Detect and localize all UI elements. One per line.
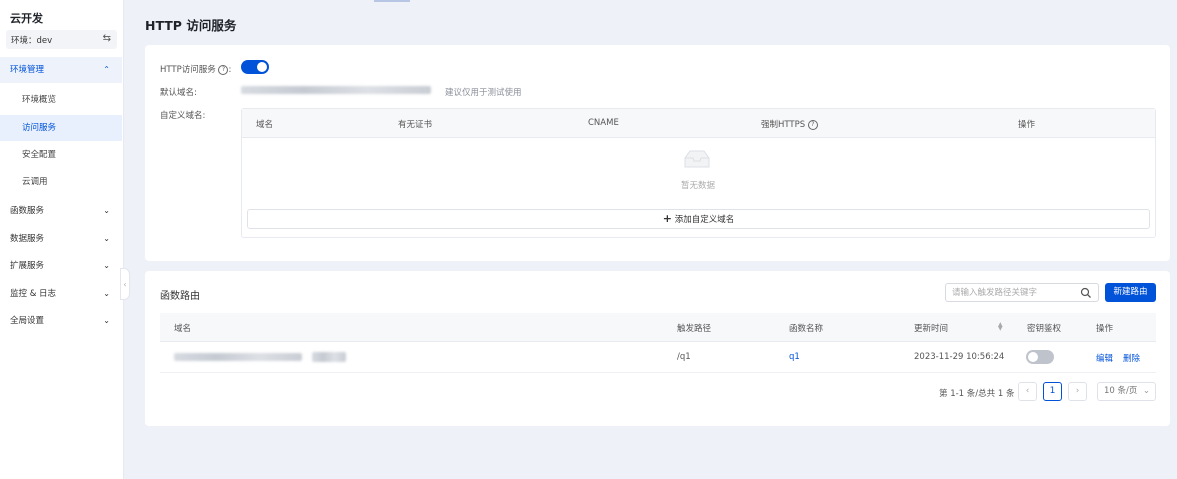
chevron-down-icon: ⌄ [103,316,110,325]
http-service-card: HTTP访问服务 ?: 默认域名: 建议仅用于测试使用 自定义域名: 域名 有无… [145,45,1170,261]
prev-page-button[interactable]: ‹ [1018,382,1037,401]
page-size-label: 10 条/页 [1104,386,1138,396]
add-button-label: 添加自定义域名 [674,215,735,225]
table-header: 域名 有无证书 CNAME 强制HTTPS ? 操作 [242,109,1155,138]
help-icon[interactable]: ? [807,119,818,130]
custom-domain-label: 自定义域名: [160,111,206,121]
menu-env-overview[interactable]: 环境概览 [0,87,122,113]
page-number-button[interactable]: 1 [1043,382,1062,401]
route-domain-redacted [174,353,302,361]
route-path: /q1 [677,352,691,362]
column-header: 操作 [1096,324,1114,334]
new-route-button[interactable]: 新建路由 [1105,283,1156,302]
routes-table-header: 域名 触发路径 函数名称 更新时间 ▲ ▼ 密钥鉴权 操作 [160,313,1156,342]
column-header: 域名 [174,324,192,334]
chevron-down-icon: ⌄ [103,261,110,270]
http-service-label: HTTP访问服务 ?: [160,64,232,75]
menu-label: 扩展服务 [10,261,45,271]
column-header: 触发路径 [677,324,712,334]
chevron-down-icon: ⌄ [103,289,110,298]
chevron-down-icon: ⌄ [103,206,110,215]
swap-icon[interactable]: ⇆ [103,33,111,44]
delete-route-link[interactable]: 删除 [1123,352,1140,364]
empty-text: 暂无数据 [681,181,716,191]
route-updated-time: 2023-11-29 10:56:24 [914,352,1005,362]
menu-label: 全局设置 [10,316,45,326]
column-header: 操作 [1018,120,1036,130]
chevron-up-icon: ⌃ [103,65,110,74]
sidebar: 云开发 环境：dev ⇆ 环境管理 ⌃ 环境概览 访问服务 安全配置 云调用 函… [0,0,124,479]
default-domain-value-redacted [241,86,431,94]
menu-label: 访问服务 [22,123,57,133]
route-domain-redacted [312,352,346,362]
chevron-left-icon: ‹ [1025,386,1030,396]
column-header: 有无证书 [398,120,433,130]
pagination-summary: 第 1-1 条/总共 1 条 [939,389,1015,399]
menu-label: 环境概览 [22,95,57,105]
menu-label: 数据服务 [10,234,45,244]
menu-security-config[interactable]: 安全配置 [0,142,122,168]
empty-box-icon [684,150,710,168]
column-header: 域名 [256,120,274,130]
menu-global-settings[interactable]: 全局设置 ⌄ [0,308,122,334]
menu-label: 云调用 [22,177,48,187]
default-domain-hint: 建议仅用于测试使用 [445,88,522,98]
routes-title: 函数路由 [160,291,200,302]
table-row: /q1 q1 2023-11-29 10:56:24 编辑 删除 [160,342,1156,373]
column-header: 更新时间 [914,324,949,334]
toggle-knob [1028,352,1038,362]
menu-label: 函数服务 [10,206,45,216]
page-size-select[interactable]: 10 条/页 ⌄ [1097,382,1156,401]
custom-domain-table: 域名 有无证书 CNAME 强制HTTPS ? 操作 暂无数据 + 添加自定义域… [241,108,1156,238]
help-icon[interactable]: ? [218,64,229,75]
menu-monitor-log[interactable]: 监控 & 日志 ⌄ [0,281,122,307]
chevron-right-icon: › [1075,386,1080,396]
chevron-down-icon: ⌄ [1142,386,1150,396]
env-label: 环境：dev [11,36,53,46]
plus-icon: + [662,212,672,225]
chevron-down-icon: ⌄ [103,234,110,243]
menu-cloud-call[interactable]: 云调用 [0,169,122,195]
default-domain-label: 默认域名: [160,88,197,98]
column-header: 函数名称 [789,324,824,334]
menu-label: 监控 & 日志 [10,289,57,299]
menu-access-service[interactable]: 访问服务 [0,115,122,141]
route-search-input[interactable] [952,287,1072,299]
http-service-toggle[interactable] [241,60,269,74]
column-header: 密钥鉴权 [1027,324,1062,334]
menu-env-management[interactable]: 环境管理 ⌃ [0,57,122,83]
search-icon[interactable] [1080,287,1092,299]
top-indicator [374,0,410,2]
route-search-box[interactable] [945,283,1099,302]
function-routes-card: 函数路由 新建路由 域名 触发路径 函数名称 更新时间 ▲▼ 密钥鉴权 操作 /… [145,271,1170,426]
key-auth-toggle[interactable] [1026,350,1054,364]
column-header: 强制HTTPS ? [761,118,818,130]
menu-extension-service[interactable]: 扩展服务 ⌄ [0,253,122,279]
sidebar-collapse-handle[interactable]: ‹ [120,268,130,300]
menu-label: 环境管理 [10,65,45,75]
page-title: HTTP 访问服务 [145,18,237,33]
edit-route-link[interactable]: 编辑 [1096,352,1113,364]
chevron-left-icon: ‹ [123,280,127,289]
add-custom-domain-button[interactable]: + 添加自定义域名 [247,209,1150,229]
menu-function-service[interactable]: 函数服务 ⌄ [0,198,122,224]
sort-icon[interactable]: ▲ ▼ [998,322,1003,332]
toggle-knob [257,62,267,72]
route-function-link[interactable]: q1 [789,352,800,362]
app-title: 云开发 [10,12,43,25]
column-header: CNAME [588,118,619,128]
menu-label: 安全配置 [22,150,57,160]
menu-data-service[interactable]: 数据服务 ⌄ [0,226,122,252]
env-selector[interactable]: 环境：dev ⇆ [6,30,117,49]
next-page-button[interactable]: › [1068,382,1087,401]
